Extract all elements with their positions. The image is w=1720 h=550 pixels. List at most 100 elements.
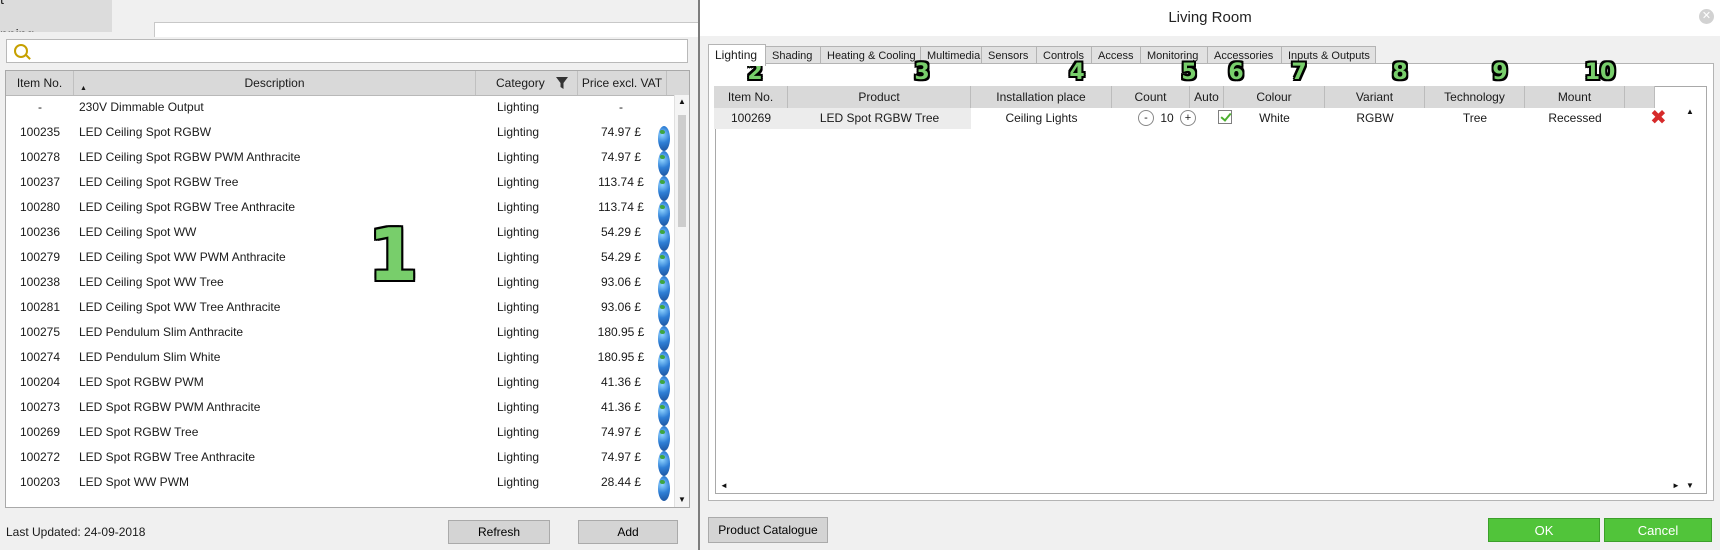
tab-lighting[interactable]: Lighting (708, 44, 766, 66)
product-catalogue-panel: t pping Item No. Description ▲ Category … (0, 0, 700, 550)
room-products-grid[interactable]: ▲ ▼ ◄ ► (715, 86, 1707, 494)
column-header-category[interactable]: Category (476, 71, 578, 95)
table-row[interactable]: 100204 LED Spot RGBW PWM Lighting 41.36 … (6, 370, 674, 401)
delete-icon[interactable]: ✖ (1650, 106, 1667, 128)
table-row[interactable]: - 230V Dimmable Output Lighting - (6, 95, 674, 120)
annotation-label-5: 5 (1181, 60, 1197, 85)
table-row[interactable]: 100281 LED Ceiling Spot WW Tree Anthraci… (6, 295, 674, 326)
product-list[interactable]: Item No. Description ▲ Category Price ex… (5, 70, 690, 508)
refresh-button[interactable]: Refresh (448, 520, 550, 544)
column-header-description[interactable]: Description ▲ (74, 71, 476, 95)
close-icon[interactable]: ✕ (1699, 9, 1714, 24)
column-header-product[interactable]: Product (788, 86, 971, 108)
annotation-label-1: 1 (368, 213, 419, 297)
search-input[interactable] (33, 42, 677, 62)
scroll-up-icon[interactable]: ▲ (1686, 107, 1694, 116)
annotation-label-4: 4 (1069, 60, 1085, 85)
row-category: Lighting (497, 325, 540, 339)
scroll-left-icon[interactable]: ◄ (720, 481, 728, 490)
row-variant[interactable]: RGBW (1325, 108, 1425, 129)
column-header-price[interactable]: Price excl. VAT (578, 71, 667, 95)
row-item-no: 100273 (19, 400, 61, 414)
add-button[interactable]: Add (578, 520, 678, 544)
table-row[interactable]: 100280 LED Ceiling Spot RGBW Tree Anthra… (6, 195, 674, 226)
truncated-window-edge: t pping (0, 0, 112, 32)
row-installation-place[interactable]: Ceiling Lights (971, 108, 1112, 129)
count-increment-button[interactable]: + (1180, 110, 1196, 126)
filter-icon[interactable] (556, 77, 568, 89)
table-row[interactable]: 100272 LED Spot RGBW Tree Anthracite Lig… (6, 445, 674, 476)
row-technology[interactable]: Tree (1425, 108, 1525, 129)
cancel-button[interactable]: Cancel (1604, 518, 1712, 542)
ok-button[interactable]: OK (1488, 518, 1600, 542)
row-mount[interactable]: Recessed (1525, 108, 1625, 129)
row-item-no: 100269 (19, 425, 61, 439)
scroll-up-icon[interactable]: ▲ (678, 97, 686, 106)
column-header-colour[interactable]: Colour (1224, 86, 1325, 108)
row-item-no: 100236 (19, 225, 61, 239)
row-category: Lighting (497, 450, 540, 464)
column-header-item-no[interactable]: Item No. (6, 71, 74, 95)
table-row[interactable]: 100235 LED Ceiling Spot RGBW Lighting 74… (6, 120, 674, 151)
tab-shading[interactable]: Shading (765, 46, 821, 64)
annotation-label-9: 9 (1492, 60, 1508, 85)
row-price: 113.74 £ (598, 200, 644, 214)
column-header-variant[interactable]: Variant (1325, 86, 1425, 108)
column-header-installation-place[interactable]: Installation place (971, 86, 1112, 108)
table-row[interactable]: 100236 LED Ceiling Spot WW Lighting 54.2… (6, 220, 674, 251)
product-catalogue-button[interactable]: Product Catalogue (708, 517, 828, 543)
row-item-no: 100203 (19, 475, 61, 489)
row-item-no: 100269 (714, 108, 788, 129)
table-row[interactable]: 100279 LED Ceiling Spot WW PWM Anthracit… (6, 245, 674, 276)
tab-access[interactable]: Access (1091, 46, 1141, 64)
table-row[interactable]: 100274 LED Pendulum Slim White Lighting … (6, 345, 674, 376)
column-header-auto[interactable]: Auto (1190, 86, 1224, 108)
row-description: LED Ceiling Spot RGBW Tree Anthracite (79, 200, 296, 214)
table-row[interactable]: 100269 LED Spot RGBW Tree Lighting 74.97… (6, 420, 674, 451)
table-row[interactable]: 100273 LED Spot RGBW PWM Anthracite Ligh… (6, 395, 674, 426)
table-row[interactable]: 100237 LED Ceiling Spot RGBW Tree Lighti… (6, 170, 674, 201)
room-dialog: Living Room ✕ Lighting Shading Heating &… (698, 0, 1720, 550)
scroll-down-icon[interactable]: ▼ (1686, 481, 1694, 490)
tab-sensors[interactable]: Sensors (981, 46, 1037, 64)
row-price: - (619, 100, 623, 114)
search-box[interactable] (6, 39, 688, 63)
annotation-label-7: 7 (1291, 60, 1307, 85)
product-list-header: Item No. Description ▲ Category Price ex… (6, 71, 689, 96)
scrollbar-thumb[interactable] (678, 115, 686, 227)
table-row[interactable]: 100278 LED Ceiling Spot RGBW PWM Anthrac… (6, 145, 674, 176)
row-description: LED Ceiling Spot WW PWM Anthracite (79, 250, 286, 264)
scroll-right-icon[interactable]: ► (1672, 481, 1680, 490)
row-price: 180.95 £ (597, 325, 645, 339)
column-header-item-no[interactable]: Item No. (714, 86, 788, 108)
scroll-down-icon[interactable]: ▼ (678, 495, 686, 504)
column-header-technology[interactable]: Technology (1425, 86, 1525, 108)
table-row[interactable]: 100203 LED Spot WW PWM Lighting 28.44 £ (6, 470, 674, 501)
row-category: Lighting (497, 125, 540, 139)
search-icon (14, 44, 28, 58)
row-description: LED Ceiling Spot WW Tree (79, 275, 224, 289)
row-product: LED Spot RGBW Tree (788, 108, 971, 129)
globe-icon[interactable] (658, 476, 670, 501)
row-item-no: 100278 (19, 150, 61, 164)
product-list-scrollbar[interactable]: ▲ ▼ (674, 95, 689, 507)
table-row[interactable]: 100238 LED Ceiling Spot WW Tree Lighting… (6, 270, 674, 301)
row-price: 93.06 £ (600, 275, 642, 289)
row-description: LED Pendulum Slim White (79, 350, 221, 364)
count-value[interactable]: 10 (1156, 108, 1178, 129)
row-item-no: 100204 (19, 375, 61, 389)
row-description: LED Ceiling Spot RGBW PWM Anthracite (79, 150, 301, 164)
row-description: LED Spot RGBW PWM Anthracite (79, 400, 261, 414)
row-price: 180.95 £ (597, 350, 645, 364)
row-item-no: 100235 (19, 125, 61, 139)
row-description: LED Ceiling Spot WW Tree Anthracite (79, 300, 281, 314)
column-header-mount[interactable]: Mount (1525, 86, 1625, 108)
column-header-count[interactable]: Count (1112, 86, 1190, 108)
count-decrement-button[interactable]: - (1138, 110, 1154, 126)
row-price: 74.97 £ (600, 150, 642, 164)
row-price: 74.97 £ (600, 425, 642, 439)
row-colour[interactable]: White (1224, 108, 1325, 129)
row-category: Lighting (497, 175, 540, 189)
table-row[interactable]: 100275 LED Pendulum Slim Anthracite Ligh… (6, 320, 674, 351)
row-item-no: 100238 (19, 275, 61, 289)
